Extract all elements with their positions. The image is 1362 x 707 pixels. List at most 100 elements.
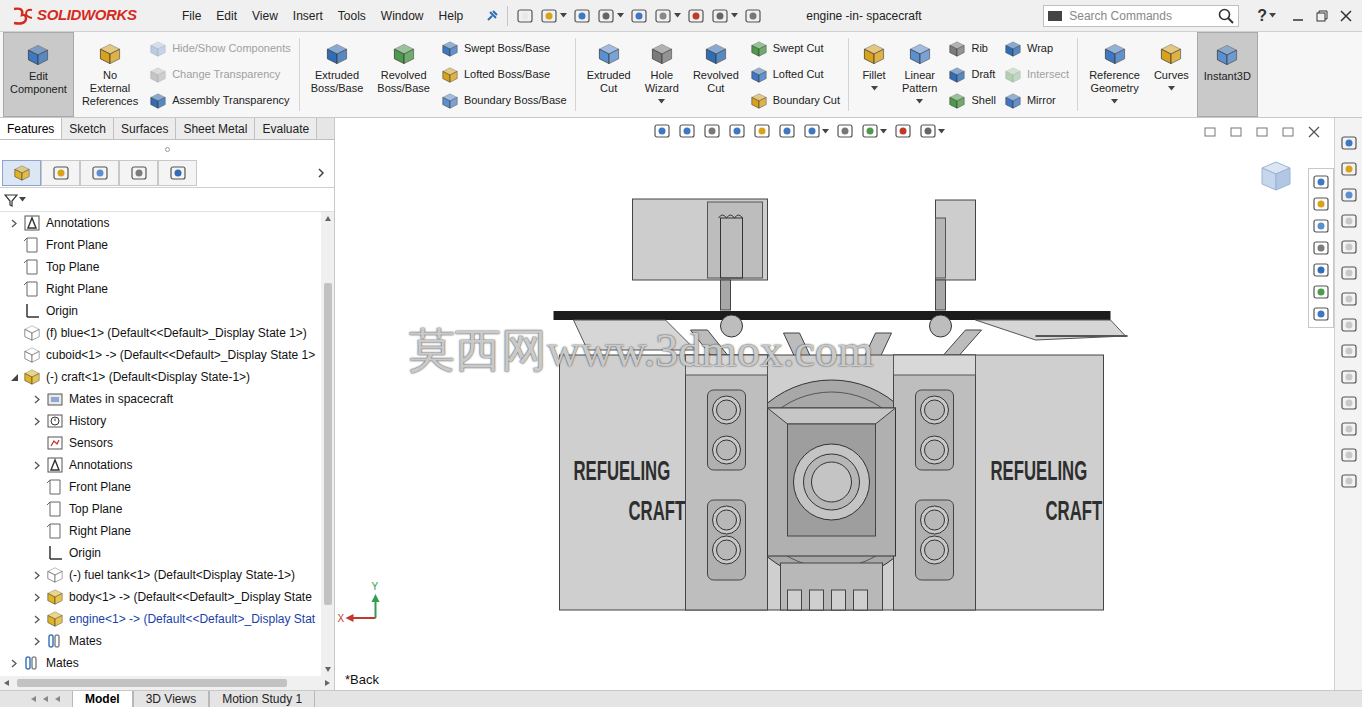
view-tool-icon[interactable] <box>778 122 796 140</box>
tree-item[interactable]: Sensors <box>0 432 321 454</box>
magnifier-icon[interactable] <box>1217 7 1235 25</box>
ribbon-small-button[interactable]: Draft <box>948 64 995 86</box>
dropdown-arrow-icon[interactable] <box>658 99 665 104</box>
task-pane-icon[interactable] <box>1340 290 1358 308</box>
h-scroll-thumb[interactable] <box>17 679 287 687</box>
feature-tab[interactable]: Surfaces <box>114 118 176 139</box>
feature-tab[interactable]: Evaluate <box>255 118 317 139</box>
tab-scroll-icon[interactable] <box>30 695 38 703</box>
task-pane-icon[interactable] <box>1340 160 1358 178</box>
panel-grip[interactable] <box>0 140 334 158</box>
toolbar-icon[interactable] <box>630 7 648 25</box>
menu-item[interactable]: Tools <box>338 7 366 25</box>
feature-tab[interactable]: Sheet Metal <box>176 118 255 139</box>
tree-item[interactable]: Front Plane <box>0 234 321 256</box>
expanded-arrow-icon[interactable] <box>10 373 19 382</box>
toolbar-button[interactable] <box>516 7 534 25</box>
collapsed-arrow-icon[interactable] <box>10 659 19 668</box>
menu-item[interactable]: View <box>252 7 278 25</box>
toolbar-button[interactable] <box>573 7 591 25</box>
tree-item[interactable]: Origin <box>0 542 321 564</box>
panel-tab[interactable] <box>41 160 80 186</box>
model-tab[interactable]: 3D Views <box>133 691 209 707</box>
orientation-icon[interactable] <box>1312 239 1330 257</box>
view-tool-icon[interactable] <box>861 122 879 140</box>
menu-item[interactable]: Window <box>381 7 424 25</box>
toolbar-icon[interactable] <box>516 7 534 25</box>
toolbar-icon[interactable] <box>744 7 762 25</box>
task-pane-icon[interactable] <box>1340 472 1358 490</box>
panel-tab[interactable] <box>2 160 41 186</box>
task-pane-icon[interactable] <box>1340 368 1358 386</box>
panel-tab[interactable] <box>158 160 197 186</box>
task-pane-icon[interactable] <box>1340 186 1358 204</box>
ribbon-small-button[interactable]: Wrap <box>1004 38 1069 60</box>
tree-item[interactable]: Mates in spacecraft <box>0 388 321 410</box>
collapsed-arrow-icon[interactable] <box>10 219 19 228</box>
dropdown-arrow-icon[interactable] <box>617 13 624 18</box>
view-tool[interactable] <box>836 122 854 140</box>
menu-item[interactable]: File <box>182 7 201 25</box>
view-tool[interactable] <box>861 122 887 140</box>
model-tab[interactable]: Motion Study 1 <box>209 691 315 707</box>
ribbon-small-button[interactable]: Rib <box>948 38 995 60</box>
dropdown-arrow-icon[interactable] <box>674 13 681 18</box>
view-tool[interactable] <box>678 122 696 140</box>
collapsed-arrow-icon[interactable] <box>33 637 42 646</box>
orientation-icon[interactable] <box>1312 217 1330 235</box>
view-tool-icon[interactable] <box>703 122 721 140</box>
task-pane-icon[interactable] <box>1340 212 1358 230</box>
scroll-up-icon[interactable] <box>324 215 332 223</box>
tree-item[interactable]: Top Plane <box>0 498 321 520</box>
toolbar-icon[interactable] <box>711 7 729 25</box>
ribbon-large-button[interactable]: No External References <box>76 32 144 117</box>
view-tool[interactable] <box>894 122 912 140</box>
tree-item[interactable]: Origin <box>0 300 321 322</box>
dropdown-arrow-icon[interactable] <box>560 13 567 18</box>
tree-item[interactable]: cuboid<1> -> (Default<<Default>_Display … <box>0 344 321 366</box>
panel-tab-icon[interactable] <box>169 164 187 182</box>
viewport-control-icon[interactable] <box>1230 126 1242 138</box>
ribbon-large-button[interactable]: Revolved Boss/Base <box>371 32 436 117</box>
viewport-control-icon[interactable] <box>1256 126 1268 138</box>
view-tool-icon[interactable] <box>894 122 912 140</box>
toolbar-button[interactable] <box>597 7 624 25</box>
orientation-icon[interactable] <box>1312 283 1330 301</box>
collapsed-arrow-icon[interactable] <box>33 461 42 470</box>
ribbon-small-button[interactable]: Assembly Transparency <box>149 90 291 112</box>
ribbon-small-button[interactable]: Shell <box>948 90 995 112</box>
tab-scroll-icon[interactable] <box>54 695 62 703</box>
model-tab[interactable]: Model <box>72 691 133 707</box>
tree-item[interactable]: Right Plane <box>0 520 321 542</box>
horizontal-scrollbar[interactable] <box>0 676 334 690</box>
ribbon-small-button[interactable]: Boundary Boss/Base <box>441 90 567 112</box>
view-tool-icon[interactable] <box>728 122 746 140</box>
ribbon-large-button[interactable]: Extruded Boss/Base <box>305 32 370 117</box>
tab-scroll-icon[interactable] <box>42 695 50 703</box>
dropdown-arrow-icon[interactable] <box>880 129 887 134</box>
collapsed-arrow-icon[interactable] <box>33 395 42 404</box>
search-box[interactable]: Search Commands <box>1043 5 1239 27</box>
view-tool[interactable] <box>778 122 796 140</box>
scroll-thumb[interactable] <box>324 283 332 605</box>
ribbon-large-button[interactable]: Hole Wizard <box>639 32 685 117</box>
menu-item[interactable]: Help <box>439 7 464 25</box>
tree-item[interactable]: Annotations <box>0 454 321 476</box>
minimize-icon[interactable] <box>1292 10 1304 22</box>
dropdown-arrow-icon[interactable] <box>19 197 26 202</box>
tree-item[interactable]: engine<1> -> (Default<<Default>_Display … <box>0 608 321 630</box>
task-pane-icon[interactable] <box>1340 134 1358 152</box>
collapsed-arrow-icon[interactable] <box>33 593 42 602</box>
orientation-icon[interactable] <box>1312 195 1330 213</box>
ribbon-large-button[interactable]: Fillet <box>854 32 894 117</box>
toolbar-icon[interactable] <box>573 7 591 25</box>
toolbar-button[interactable] <box>744 7 762 25</box>
task-pane-icon[interactable] <box>1340 342 1358 360</box>
task-pane-icon[interactable] <box>1340 316 1358 334</box>
ribbon-small-button[interactable]: Boundary Cut <box>750 90 840 112</box>
task-pane-icon[interactable] <box>1340 420 1358 438</box>
tree-item[interactable]: Right Plane <box>0 278 321 300</box>
viewport-control-icon[interactable] <box>1308 126 1320 138</box>
orientation-icon[interactable] <box>1312 261 1330 279</box>
feature-tab[interactable]: Features <box>0 118 62 139</box>
